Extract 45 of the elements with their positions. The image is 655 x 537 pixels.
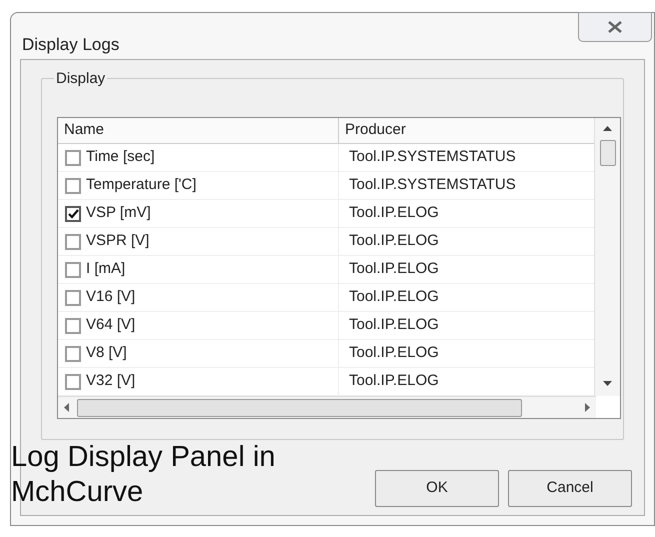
caption-text: Log Display Panel in	[11, 440, 276, 475]
vertical-scrollbar[interactable]	[594, 118, 620, 396]
left-arrow-icon	[64, 403, 69, 412]
log-producer: Tool.IP.ELOG	[349, 371, 439, 392]
log-name: Time [sec]	[86, 147, 155, 168]
log-name: VSP [mV]	[86, 203, 151, 224]
scroll-thumb[interactable]	[600, 140, 616, 166]
ok-button[interactable]: OK	[375, 470, 499, 507]
log-producer: Tool.IP.ELOG	[349, 231, 439, 252]
cancel-button[interactable]: Cancel	[508, 470, 632, 507]
log-producer: Tool.IP.ELOG	[349, 287, 439, 308]
log-name: V16 [V]	[86, 287, 136, 308]
column-header[interactable]: Producer	[339, 118, 594, 143]
column-header[interactable]: Name	[58, 118, 339, 143]
checkbox[interactable]	[65, 262, 81, 278]
log-producer: Tool.IP.ELOG	[349, 203, 439, 224]
log-name: VSPR [V]	[86, 231, 150, 252]
log-producer: Tool.IP.ELOG	[349, 315, 439, 336]
checkbox[interactable]	[65, 178, 81, 194]
log-producer: Tool.IP.ELOG	[349, 343, 439, 364]
log-producer: Tool.IP.SYSTEMSTATUS	[349, 147, 516, 168]
log-name: Temperature ['C]	[86, 175, 196, 196]
caption-text: MchCurve	[11, 475, 144, 510]
check-icon	[68, 208, 78, 218]
log-name: V32 [V]	[86, 371, 136, 392]
checkbox[interactable]	[65, 346, 81, 362]
scroll-thumb[interactable]	[77, 398, 522, 416]
right-arrow-icon	[585, 403, 590, 412]
checkbox[interactable]	[65, 318, 81, 334]
down-arrow-icon	[603, 381, 612, 386]
log-producer: Tool.IP.ELOG	[349, 259, 439, 280]
log-name: V8 [V]	[86, 343, 127, 364]
log-name: V64 [V]	[86, 315, 136, 336]
horizontal-scrollbar[interactable]	[58, 396, 596, 418]
up-arrow-icon	[603, 126, 612, 131]
log-producer: Tool.IP.SYSTEMSTATUS	[349, 175, 516, 196]
checkbox[interactable]	[65, 234, 81, 250]
checkbox[interactable]	[65, 206, 81, 222]
checkbox[interactable]	[65, 290, 81, 306]
window-title: Display Logs	[22, 36, 120, 53]
checkbox[interactable]	[65, 374, 81, 390]
checkbox[interactable]	[65, 150, 81, 166]
close-icon	[608, 21, 622, 33]
log-name: I [mA]	[86, 259, 126, 280]
close-button[interactable]	[578, 12, 652, 42]
